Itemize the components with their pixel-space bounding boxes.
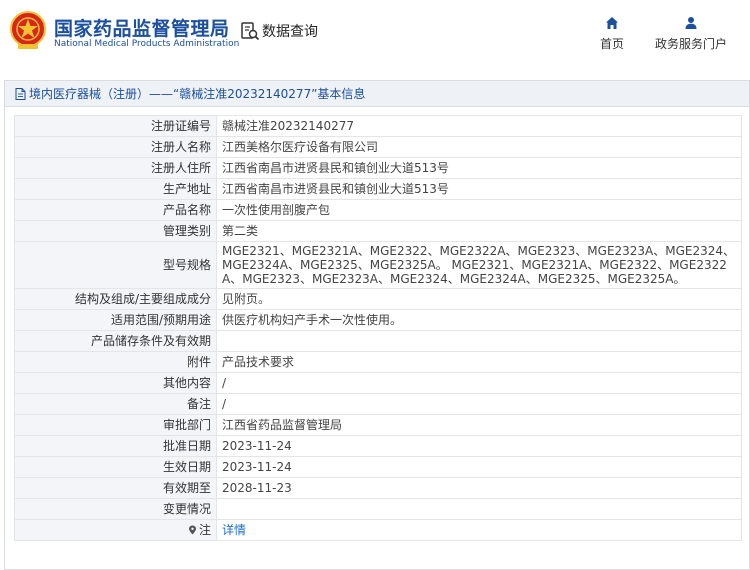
table-row: 注册证编号 赣械注准20232140277 (14, 115, 742, 137)
row-value: 第二类 (216, 220, 742, 242)
national-emblem-icon (10, 11, 46, 49)
data-query-label: 数据查询 (262, 24, 318, 40)
row-label: 审批部门 (14, 414, 217, 436)
table-row: 批准日期 2023-11-24 (14, 435, 742, 457)
row-label: 管理类别 (14, 220, 217, 242)
row-label: 注册证编号 (14, 115, 217, 137)
table-row: 管理类别 第二类 (14, 220, 742, 242)
row-value: 产品技术要求 (216, 351, 742, 373)
row-label: 有效期至 (14, 477, 217, 499)
row-label: 产品名称 (14, 199, 217, 221)
table-row: 其他内容 / (14, 372, 742, 394)
row-value: 江西美格尔医疗设备有限公司 (216, 136, 742, 158)
location-pin-icon (188, 525, 196, 534)
site-header: 国家药品监督管理局 National Medical Products Admi… (0, 0, 750, 68)
data-query-link[interactable]: 数据查询 (240, 21, 318, 41)
row-value: / (216, 393, 742, 415)
row-label: 备注 (14, 393, 217, 415)
row-value: 一次性使用剖腹产包 (216, 199, 742, 221)
row-value: 江西省药品监督管理局 (216, 414, 742, 436)
details-link[interactable]: 详情 (216, 519, 742, 541)
user-icon (685, 17, 697, 29)
row-value: / (216, 372, 742, 394)
home-icon (606, 17, 618, 29)
table-row: 产品名称 一次性使用剖腹产包 (14, 199, 742, 221)
row-label: 产品储存条件及有效期 (14, 330, 217, 352)
row-label: 注册人住所 (14, 157, 217, 179)
document-search-icon (241, 22, 260, 41)
row-value: 江西省南昌市进贤县民和镇创业大道513号 (216, 178, 742, 200)
nav-home[interactable]: 首页 (600, 16, 624, 52)
panel-title: 境内医疗器械（注册）——“赣械注准20232140277”基本信息 (29, 87, 366, 101)
row-label: 批准日期 (14, 435, 217, 457)
row-value: 2028-11-23 (216, 477, 742, 499)
table-row: 注册人名称 江西美格尔医疗设备有限公司 (14, 136, 742, 158)
row-label: 附件 (14, 351, 217, 373)
row-label: 变更情况 (14, 498, 217, 520)
row-label: 生效日期 (14, 456, 217, 478)
table-row: 审批部门 江西省药品监督管理局 (14, 414, 742, 436)
table-row: 变更情况 (14, 498, 742, 520)
row-label: 生产地址 (14, 178, 217, 200)
table-row: 产品储存条件及有效期 (14, 330, 742, 352)
row-label: 适用范围/预期用途 (14, 309, 217, 331)
table-row: 备注 / (14, 393, 742, 415)
detail-panel: 境内医疗器械（注册）——“赣械注准20232140277”基本信息 注册证编号赣… (4, 80, 750, 570)
row-value: 2023-11-24 (216, 435, 742, 457)
table-row: 注 详情 (14, 519, 742, 541)
brand-title: 国家药品监督管理局 (54, 18, 230, 40)
row-value: 见附页。 (216, 288, 742, 310)
brand-subtitle: National Medical Products Administration (54, 39, 240, 49)
table-row: 适用范围/预期用途 供医疗机构妇产手术一次性使用。 (14, 309, 742, 331)
row-value (216, 330, 742, 352)
table-row: 结构及组成/主要组成成分 见附页。 (14, 288, 742, 310)
row-label: 注册人名称 (14, 136, 217, 158)
table-row: 有效期至 2028-11-23 (14, 477, 742, 499)
nav-service-label: 政务服务门户 (655, 37, 728, 51)
row-value: 赣械注准20232140277 (216, 115, 742, 137)
row-value: 江西省南昌市进贤县民和镇创业大道513号 (216, 157, 742, 179)
row-label: 型号规格 (14, 241, 217, 289)
table-row: 生效日期 2023-11-24 (14, 456, 742, 478)
panel-title-bar: 境内医疗器械（注册）——“赣械注准20232140277”基本信息 (5, 81, 749, 107)
nav-home-label: 首页 (600, 37, 625, 51)
row-label-note: 注 (14, 519, 217, 541)
table-row: 型号规格 MGE2321、MGE2321A、MGE2322、MGE2322A、MG… (14, 241, 742, 289)
table-row: 注册人住所 江西省南昌市进贤县民和镇创业大道513号 (14, 157, 742, 179)
table-row: 附件 产品技术要求 (14, 351, 742, 373)
row-label: 其他内容 (14, 372, 217, 394)
table-row: 生产地址 江西省南昌市进贤县民和镇创业大道513号 (14, 178, 742, 200)
note-label-group: 注 (188, 523, 211, 537)
row-value: 2023-11-24 (216, 456, 742, 478)
row-value (216, 498, 742, 520)
row-label: 结构及组成/主要组成成分 (14, 288, 217, 310)
row-value: MGE2321、MGE2321A、MGE2322、MGE2322A、MGE232… (216, 241, 742, 289)
detail-table: 注册证编号 赣械注准20232140277 注册人名称 江西美格尔医疗设备有限公司 … (14, 115, 742, 541)
row-value: 供医疗机构妇产手术一次性使用。 (216, 309, 742, 331)
nav-service-portal[interactable]: 政务服务门户 (655, 16, 727, 52)
document-icon (15, 87, 26, 100)
note-label: 注 (198, 522, 211, 537)
